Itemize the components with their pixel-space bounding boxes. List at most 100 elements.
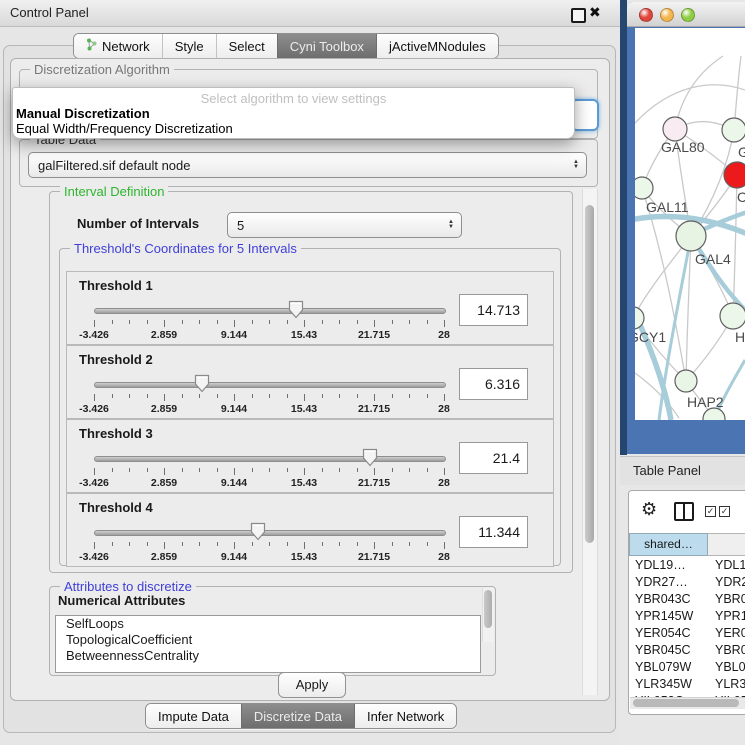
zoom-traffic-light[interactable]: [681, 8, 695, 22]
tab-style[interactable]: Style: [162, 34, 216, 58]
tab-select[interactable]: Select: [216, 34, 277, 58]
cell-name[interactable]: YBL079W: [708, 659, 745, 676]
content-scrollbar[interactable]: [582, 189, 598, 695]
tab-cyni-toolbox[interactable]: Cyni Toolbox: [277, 34, 376, 58]
threshold-slider[interactable]: -3.4262.8599.14415.4321.71528: [94, 528, 444, 558]
threshold-slider[interactable]: -3.4262.8599.14415.4321.71528: [94, 306, 444, 336]
tick-mark: [287, 542, 288, 546]
checkbox-icon[interactable]: ✓: [705, 506, 716, 517]
slider-track[interactable]: [94, 382, 446, 388]
column-header-name[interactable]: name: [708, 533, 745, 556]
algorithm-combo-focus-ring[interactable]: [571, 99, 599, 131]
close-traffic-light[interactable]: [639, 8, 653, 22]
float-window-icon[interactable]: [571, 8, 586, 23]
threshold-value-field[interactable]: 21.4: [459, 442, 528, 474]
slider-track[interactable]: [94, 308, 446, 314]
tick-mark: [269, 468, 270, 472]
table-row[interactable]: YER054CYER054C: [629, 625, 745, 642]
column-header-shared-name[interactable]: shared…: [629, 533, 708, 556]
threshold-slider[interactable]: -3.4262.8599.14415.4321.71528: [94, 380, 444, 410]
network-node-gal4[interactable]: [676, 221, 706, 251]
close-icon[interactable]: ✖: [589, 4, 601, 21]
apply-button[interactable]: Apply: [278, 672, 346, 698]
tick-mark: [357, 542, 358, 546]
threshold-value-field[interactable]: 6.316: [459, 368, 528, 400]
tick-mark: [444, 468, 445, 475]
attribute-item-topologicalcoefficient[interactable]: TopologicalCoefficient: [56, 632, 480, 648]
cell-name[interactable]: YDR27: [708, 574, 745, 591]
slider-track[interactable]: [94, 456, 446, 462]
slider-thumb[interactable]: [288, 300, 304, 319]
slider-thumb[interactable]: [362, 448, 378, 467]
split-view-icon[interactable]: [674, 502, 694, 521]
table-row[interactable]: YLR345WYLR345W: [629, 676, 745, 693]
cell-shared-name[interactable]: YPR145W: [629, 608, 708, 625]
table-data-combo[interactable]: galFiltered.sif default node ▲▼: [28, 152, 587, 178]
slider-thumb[interactable]: [250, 522, 266, 541]
number-of-intervals-combo[interactable]: 5 ▲▼: [227, 212, 462, 238]
tick-mark: [427, 320, 428, 324]
cell-name[interactable]: YER054C: [708, 625, 745, 642]
network-view-window: GAL80GACGAL11GAL4GCY1HHAP2: [627, 2, 745, 454]
table-row[interactable]: YBR043CYBR043C: [629, 591, 745, 608]
scrollbar-thumb[interactable]: [484, 590, 492, 628]
attribute-item-selfloops[interactable]: SelfLoops: [56, 616, 480, 632]
cell-shared-name[interactable]: YBL079W: [629, 659, 708, 676]
threshold-slider[interactable]: -3.4262.8599.14415.4321.71528: [94, 454, 444, 484]
cell-shared-name[interactable]: YER054C: [629, 625, 708, 642]
cell-shared-name[interactable]: YDR27…: [629, 574, 708, 591]
tab-network[interactable]: Network: [74, 34, 162, 58]
network-node-hap2[interactable]: [675, 370, 697, 392]
network-node[interactable]: [722, 118, 745, 142]
tick-mark: [304, 320, 305, 327]
network-node-h[interactable]: [720, 303, 745, 329]
algorithm-option-equal-width-frequency-discretization[interactable]: Equal Width/Frequency Discretization: [13, 121, 574, 136]
scrollbar-thumb[interactable]: [585, 205, 594, 543]
cell-name[interactable]: YLR345W: [708, 676, 745, 693]
gear-icon[interactable]: ⚙: [641, 499, 657, 519]
cell-shared-name[interactable]: YBR043C: [629, 591, 708, 608]
tab-infer-network[interactable]: Infer Network: [354, 704, 456, 728]
number-of-intervals-value: 5: [237, 218, 244, 233]
attributes-scrollbar[interactable]: [482, 588, 494, 642]
attribute-item-betweennesscentrality[interactable]: BetweennessCentrality: [56, 648, 480, 664]
table-row[interactable]: YBL079WYBL079W: [629, 659, 745, 676]
slider-thumb[interactable]: [194, 374, 210, 393]
tick-mark: [427, 394, 428, 398]
tab-impute-data[interactable]: Impute Data: [146, 704, 241, 728]
group-title: Threshold's Coordinates for 5 Intervals: [70, 241, 301, 256]
table-horizontal-scrollbar[interactable]: [630, 697, 745, 709]
threshold-panel-3: Threshold 3-3.4262.8599.14415.4321.71528…: [66, 419, 554, 493]
table-row[interactable]: YPR145WYPR145W: [629, 608, 745, 625]
network-canvas[interactable]: GAL80GACGAL11GAL4GCY1HHAP2: [635, 28, 745, 420]
scrollbar-thumb[interactable]: [633, 699, 739, 707]
cell-name[interactable]: YBR043C: [708, 591, 745, 608]
threshold-value-field[interactable]: 11.344: [459, 516, 528, 548]
numerical-attributes-list[interactable]: SelfLoopsTopologicalCoefficientBetweenne…: [55, 615, 481, 673]
tab-discretize-data[interactable]: Discretize Data: [241, 704, 354, 728]
table-row[interactable]: YBR045CYBR045C: [629, 642, 745, 659]
network-node-gal11[interactable]: [635, 177, 653, 199]
network-node[interactable]: [724, 162, 745, 188]
algorithm-option-manual-discretization[interactable]: Manual Discretization: [13, 106, 574, 121]
checkbox-icon[interactable]: ✓: [719, 506, 730, 517]
cell-name[interactable]: YPR145W: [708, 608, 745, 625]
tick-mark: [147, 394, 148, 398]
tick-mark: [182, 542, 183, 546]
tick-mark: [217, 468, 218, 472]
tab-jactivemnodules[interactable]: jActiveMNodules: [376, 34, 498, 58]
network-node-gal80[interactable]: [663, 117, 687, 141]
cell-shared-name[interactable]: YDL19…: [629, 557, 708, 574]
table-row[interactable]: YDR27…YDR27: [629, 574, 745, 591]
tick-mark: [339, 394, 340, 398]
threshold-value-field[interactable]: 14.713: [459, 294, 528, 326]
slider-track[interactable]: [94, 530, 446, 536]
cell-shared-name[interactable]: YBR045C: [629, 642, 708, 659]
table-row[interactable]: YDL19…YDL19: [629, 557, 745, 574]
cell-name[interactable]: YDL19: [708, 557, 745, 574]
cell-name[interactable]: YBR045C: [708, 642, 745, 659]
attributes-group: Attributes to discretize Numerical Attri…: [49, 586, 496, 676]
tick-label: 21.715: [358, 477, 390, 489]
cell-shared-name[interactable]: YLR345W: [629, 676, 708, 693]
minimize-traffic-light[interactable]: [660, 8, 674, 22]
